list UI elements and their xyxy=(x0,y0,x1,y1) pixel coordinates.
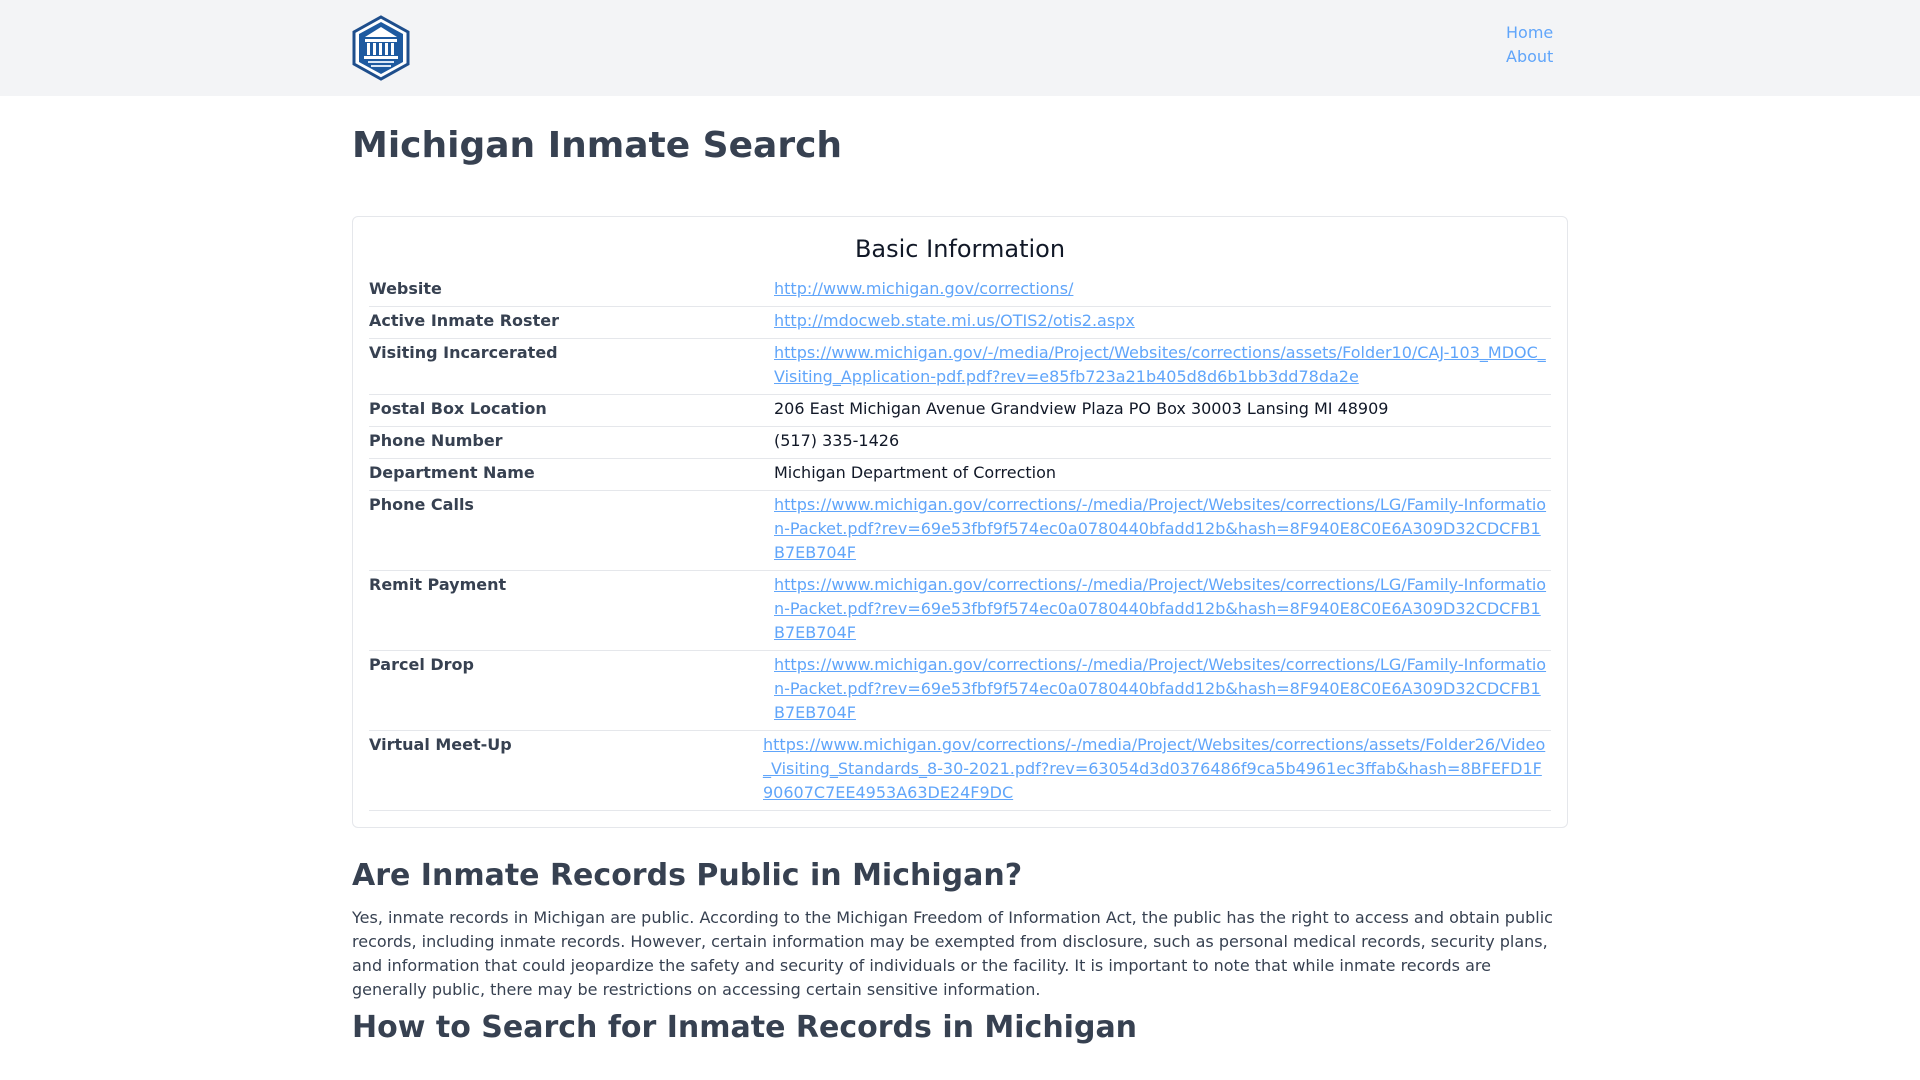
row-value: http://mdocweb.state.mi.us/OTIS2/otis2.a… xyxy=(774,309,1551,333)
info-row-remit-payment: Remit Payment https://www.michigan.gov/c… xyxy=(369,571,1551,651)
site-header: Home About xyxy=(0,0,1920,96)
inmate-roster-link[interactable]: http://mdocweb.state.mi.us/OTIS2/otis2.a… xyxy=(774,311,1135,330)
section-heading-public-records: Are Inmate Records Public in Michigan? xyxy=(352,858,1023,893)
section-heading-search-records: How to Search for Inmate Records in Mich… xyxy=(352,1010,1138,1045)
row-label: Visiting Incarcerated xyxy=(369,343,558,362)
info-row-active-inmate-roster: Active Inmate Roster http://mdocweb.stat… xyxy=(369,307,1551,339)
info-row-department-name: Department Name Michigan Department of C… xyxy=(369,459,1551,491)
phone-number: (517) 335-1426 xyxy=(774,431,900,450)
row-label: Phone Calls xyxy=(369,495,474,514)
postal-address: 206 East Michigan Avenue Grandview Plaza… xyxy=(774,399,1389,418)
row-label: Department Name xyxy=(369,463,535,482)
row-label: Virtual Meet-Up xyxy=(369,735,512,754)
website-link[interactable]: http://www.michigan.gov/corrections/ xyxy=(774,279,1073,298)
card-title: Basic Information xyxy=(854,235,1066,263)
row-label: Active Inmate Roster xyxy=(369,311,559,330)
main-content: Michigan Inmate Search Basic Information… xyxy=(352,96,1568,1048)
info-row-phone-number: Phone Number (517) 335-1426 xyxy=(369,427,1551,459)
info-row-parcel-drop: Parcel Drop https://www.michigan.gov/cor… xyxy=(369,651,1551,731)
info-row-postal-box: Postal Box Location 206 East Michigan Av… xyxy=(369,395,1551,427)
phone-calls-link[interactable]: https://www.michigan.gov/corrections/-/m… xyxy=(774,495,1546,562)
nav-link-about[interactable]: About xyxy=(1506,46,1553,68)
remit-payment-link[interactable]: https://www.michigan.gov/corrections/-/m… xyxy=(774,575,1546,642)
row-value: http://www.michigan.gov/corrections/ xyxy=(774,277,1551,301)
row-label: Phone Number xyxy=(369,431,503,450)
row-value: https://www.michigan.gov/-/media/Project… xyxy=(774,341,1551,389)
row-value: https://www.michigan.gov/corrections/-/m… xyxy=(763,733,1551,805)
county-seal-icon[interactable] xyxy=(351,15,411,81)
info-row-website: Website http://www.michigan.gov/correcti… xyxy=(369,275,1551,307)
top-nav: Home About xyxy=(1506,22,1553,68)
row-label: Remit Payment xyxy=(369,575,507,594)
info-row-phone-calls: Phone Calls https://www.michigan.gov/cor… xyxy=(369,491,1551,571)
row-value: https://www.michigan.gov/corrections/-/m… xyxy=(774,493,1551,565)
info-row-virtual-meet-up: Virtual Meet-Up https://www.michigan.gov… xyxy=(369,731,1551,811)
row-label: Postal Box Location xyxy=(369,399,547,418)
section-body-public-records: Yes, inmate records in Michigan are publ… xyxy=(352,908,1553,999)
row-label: Parcel Drop xyxy=(369,655,474,674)
page-title: Michigan Inmate Search xyxy=(352,125,843,166)
row-value: https://www.michigan.gov/corrections/-/m… xyxy=(774,573,1551,645)
basic-info-card: Basic Information Website http://www.mic… xyxy=(352,216,1568,828)
info-row-visiting-incarcerated: Visiting Incarcerated https://www.michig… xyxy=(369,339,1551,395)
parcel-drop-link[interactable]: https://www.michigan.gov/corrections/-/m… xyxy=(774,655,1546,722)
department-name: Michigan Department of Correction xyxy=(774,463,1057,482)
row-value: https://www.michigan.gov/corrections/-/m… xyxy=(774,653,1551,725)
row-label: Website xyxy=(369,279,442,298)
visiting-link[interactable]: https://www.michigan.gov/-/media/Project… xyxy=(774,343,1546,386)
nav-link-home[interactable]: Home xyxy=(1506,22,1553,44)
virtual-meetup-link[interactable]: https://www.michigan.gov/corrections/-/m… xyxy=(763,735,1545,802)
